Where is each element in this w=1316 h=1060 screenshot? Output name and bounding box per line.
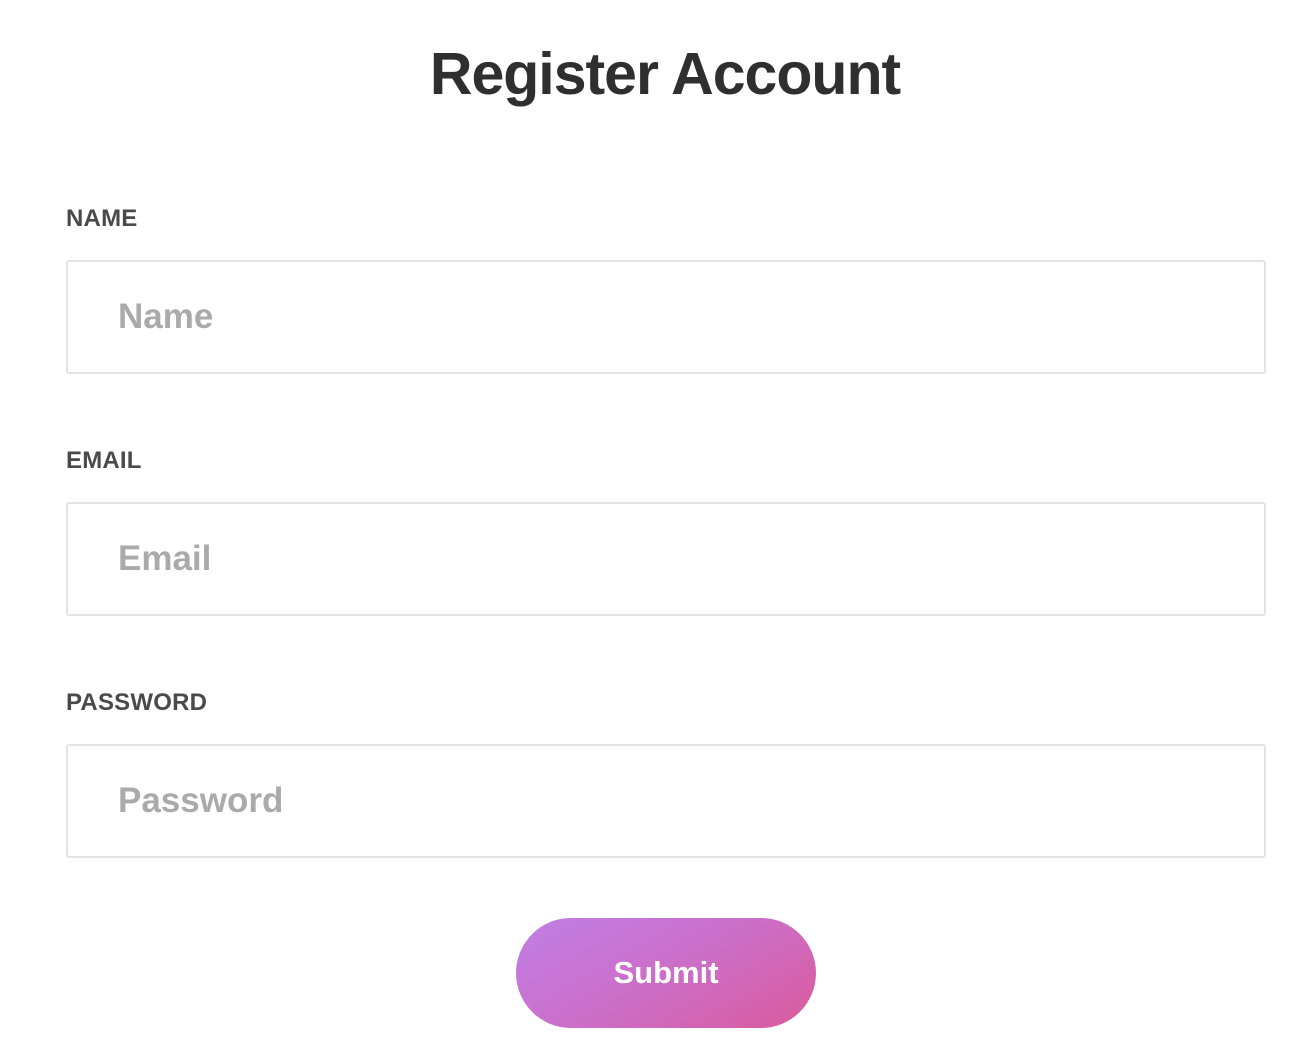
submit-button[interactable]: Submit	[516, 918, 816, 1028]
email-label: EMAIL	[66, 447, 142, 474]
password-label: PASSWORD	[66, 689, 208, 716]
name-label: NAME	[66, 205, 138, 232]
name-input[interactable]	[66, 260, 1266, 374]
email-input[interactable]	[66, 502, 1266, 616]
password-input[interactable]	[66, 744, 1266, 858]
page-title: Register Account	[429, 41, 901, 107]
